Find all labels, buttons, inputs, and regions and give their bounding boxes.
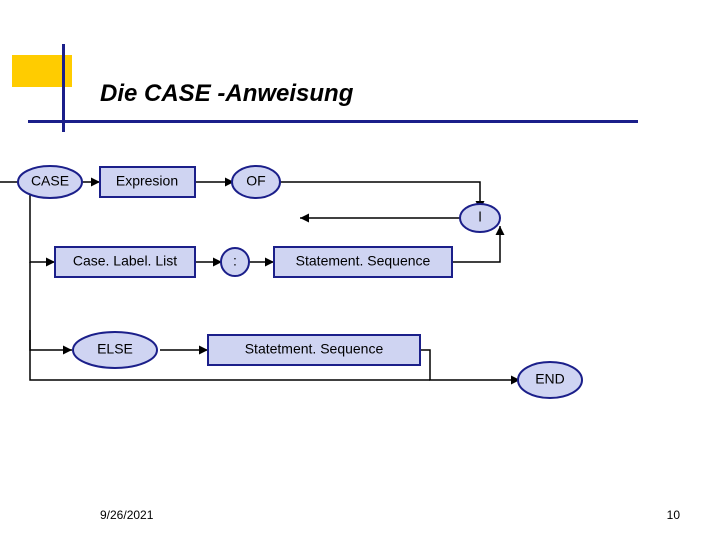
node-case-label-list-label: Case. Label. List <box>73 253 177 269</box>
node-colon-label: : <box>233 253 237 269</box>
slide-body: Die CASE -Anweisung <box>0 0 720 540</box>
node-expression-label: Expresion <box>116 173 178 189</box>
node-case-label: CASE <box>31 173 69 189</box>
syntax-diagram: CASE Expresion OF l Case. Label. List : … <box>0 140 720 460</box>
slide-title: Die CASE -Anweisung <box>100 80 353 108</box>
footer-date: 9/26/2021 <box>100 508 153 522</box>
node-of-label: OF <box>246 173 265 189</box>
node-else-label: ELSE <box>97 341 133 357</box>
title-underline <box>28 120 638 123</box>
footer-page-number: 10 <box>667 508 680 522</box>
node-separator-label: l <box>478 209 481 225</box>
node-statement-sequence-2-label: Statetment. Sequence <box>245 341 384 357</box>
node-end-label: END <box>535 371 565 387</box>
node-statement-sequence-1-label: Statement. Sequence <box>296 253 431 269</box>
title-vertical-rule <box>62 44 65 132</box>
